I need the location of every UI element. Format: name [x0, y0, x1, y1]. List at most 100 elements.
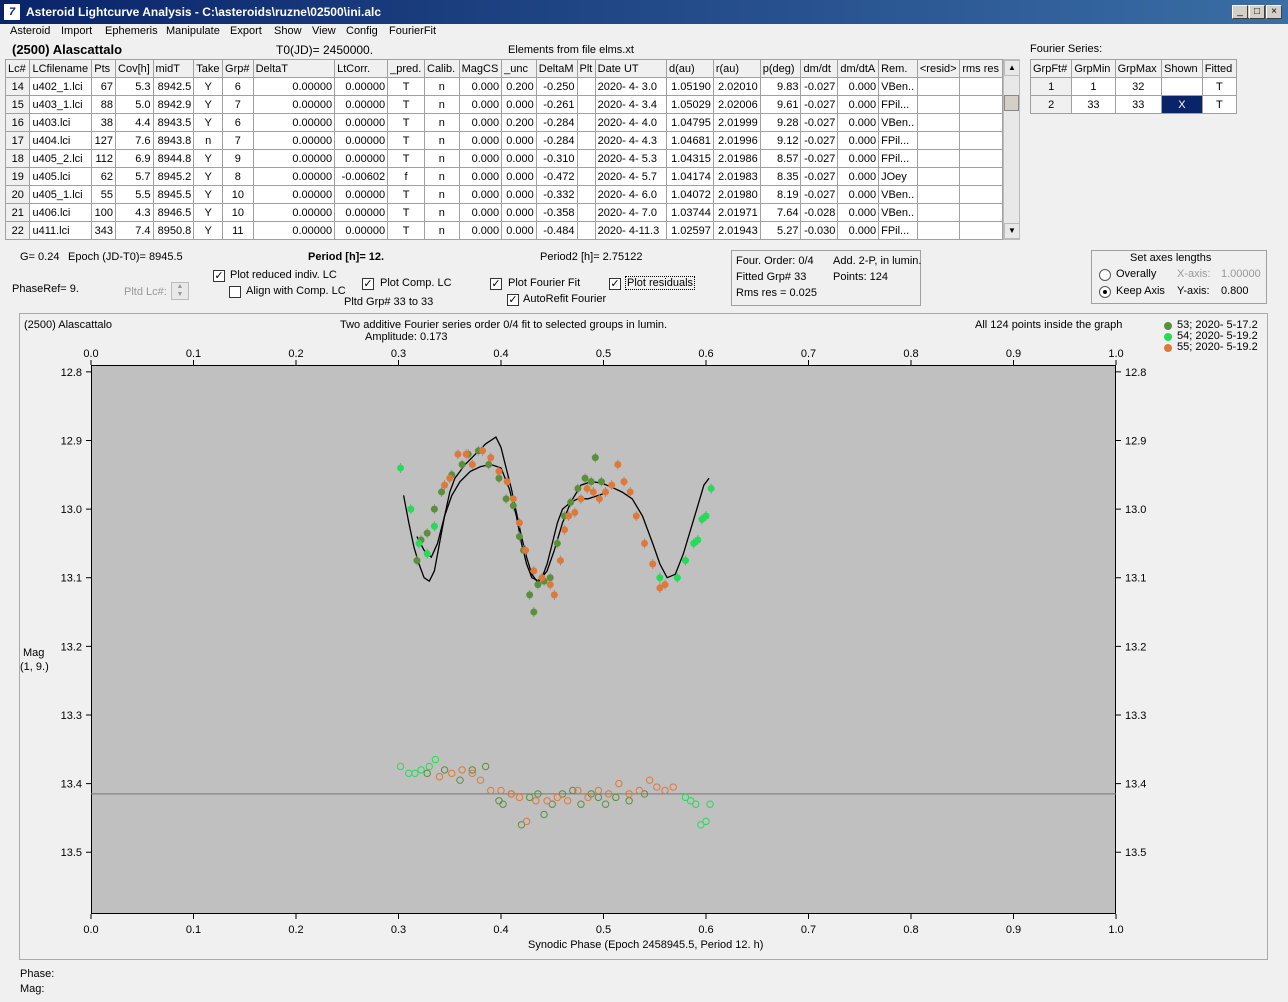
data-point — [515, 519, 523, 527]
data-point — [583, 485, 591, 493]
residual-point — [601, 800, 610, 808]
data-point — [509, 495, 517, 503]
residual-point — [481, 762, 490, 771]
x-tick-label-top: 0.4 — [493, 348, 508, 360]
data-point — [608, 481, 616, 489]
data-point — [538, 574, 546, 582]
residual-point — [435, 773, 444, 781]
y-tick-label-right: 13.5 — [1125, 847, 1146, 859]
data-point — [614, 461, 622, 469]
data-point — [556, 557, 564, 565]
residual-point — [458, 766, 466, 774]
data-point — [438, 488, 446, 496]
x-tick-label-top: 1.0 — [1108, 348, 1123, 360]
y-tick-label-right: 13.4 — [1125, 779, 1146, 791]
residual-point — [423, 769, 431, 778]
residual-point — [476, 776, 485, 784]
data-point — [430, 522, 438, 530]
data-point — [571, 509, 579, 517]
residual-point — [440, 766, 449, 774]
y-tick-label: 13.4 — [61, 779, 82, 791]
data-point — [546, 581, 554, 589]
residual-point — [645, 776, 654, 784]
y-tick-label: 12.9 — [61, 435, 82, 447]
data-point — [581, 474, 589, 482]
data-point — [515, 533, 523, 541]
x-tick-label-top: 0.3 — [391, 348, 406, 360]
residual-point — [526, 793, 534, 802]
data-point — [656, 574, 664, 582]
residual-point — [532, 797, 540, 805]
data-point — [503, 478, 511, 486]
x-tick-label: 0.7 — [801, 924, 816, 936]
legend-label: 55; 2020- 5-19.2 — [1177, 341, 1258, 353]
data-point — [407, 505, 415, 513]
x-tick-label: 0.6 — [698, 924, 713, 936]
y-tick-label: 13.3 — [61, 710, 82, 722]
data-point — [468, 461, 476, 469]
status-mag: Mag: — [20, 983, 45, 995]
data-point — [446, 474, 454, 482]
lightcurve-chart: 0.0 0.0 0.1 0.1 0.2 0.2 0.3 0.3 0.4 0.4 0.5 0.5 0.6 0… — [61, 348, 1147, 936]
residual-point — [487, 786, 495, 795]
data-point — [565, 512, 573, 520]
residual-point — [543, 797, 551, 805]
x-tick-label-top: 0.7 — [801, 348, 816, 360]
data-point — [462, 450, 470, 458]
data-point — [591, 454, 599, 462]
data-point — [553, 539, 561, 547]
residual-point — [669, 783, 677, 791]
data-point — [574, 485, 582, 493]
data-point — [707, 485, 715, 493]
fourier-fit-curve — [416, 463, 710, 583]
data-point — [577, 495, 585, 503]
residual-point — [612, 793, 620, 802]
data-point — [530, 567, 538, 575]
residual-point — [702, 817, 710, 826]
x-tick-label: 0.5 — [596, 924, 611, 936]
residual-point — [594, 786, 603, 795]
x-tick-label-top: 0.0 — [83, 348, 98, 360]
residual-point — [495, 797, 503, 805]
x-tick-label-top: 0.5 — [596, 348, 611, 360]
data-point — [694, 536, 702, 544]
data-point — [454, 450, 462, 458]
residual-point — [497, 786, 505, 795]
data-point — [413, 557, 421, 565]
data-point — [522, 546, 530, 554]
y-tick-label-right: 13.0 — [1125, 504, 1146, 516]
residual-point — [625, 797, 633, 805]
data-point — [458, 461, 466, 469]
residual-point — [594, 793, 603, 802]
data-point — [595, 495, 603, 503]
residual-point — [499, 800, 507, 808]
data-point — [589, 488, 597, 496]
data-point — [495, 467, 503, 475]
x-tick-label-top: 0.1 — [186, 348, 201, 360]
data-point — [661, 581, 669, 589]
y-tick-label: 12.8 — [61, 367, 82, 379]
data-point — [479, 447, 487, 455]
y-tick-label: 13.5 — [61, 847, 82, 859]
data-point — [626, 488, 634, 496]
data-point — [620, 478, 628, 486]
data-point — [502, 495, 510, 503]
residual-point — [405, 769, 413, 778]
data-point — [567, 498, 575, 506]
residual-point — [522, 817, 531, 826]
x-tick-label-top: 0.8 — [903, 348, 918, 360]
y-tick-label-right: 12.9 — [1125, 435, 1146, 447]
data-point — [649, 560, 657, 568]
residual-point — [563, 797, 572, 805]
x-tick-label: 0.4 — [493, 924, 508, 936]
x-tick-label-top: 0.6 — [698, 348, 713, 360]
data-point — [430, 505, 438, 513]
data-point — [423, 529, 431, 537]
residual-point — [615, 779, 623, 788]
x-tick-label: 0.9 — [1006, 924, 1021, 936]
data-point — [415, 539, 423, 547]
residual-point — [577, 800, 585, 808]
residual-point — [456, 776, 464, 784]
data-point — [702, 512, 710, 520]
y-tick-label: 13.2 — [61, 641, 82, 653]
